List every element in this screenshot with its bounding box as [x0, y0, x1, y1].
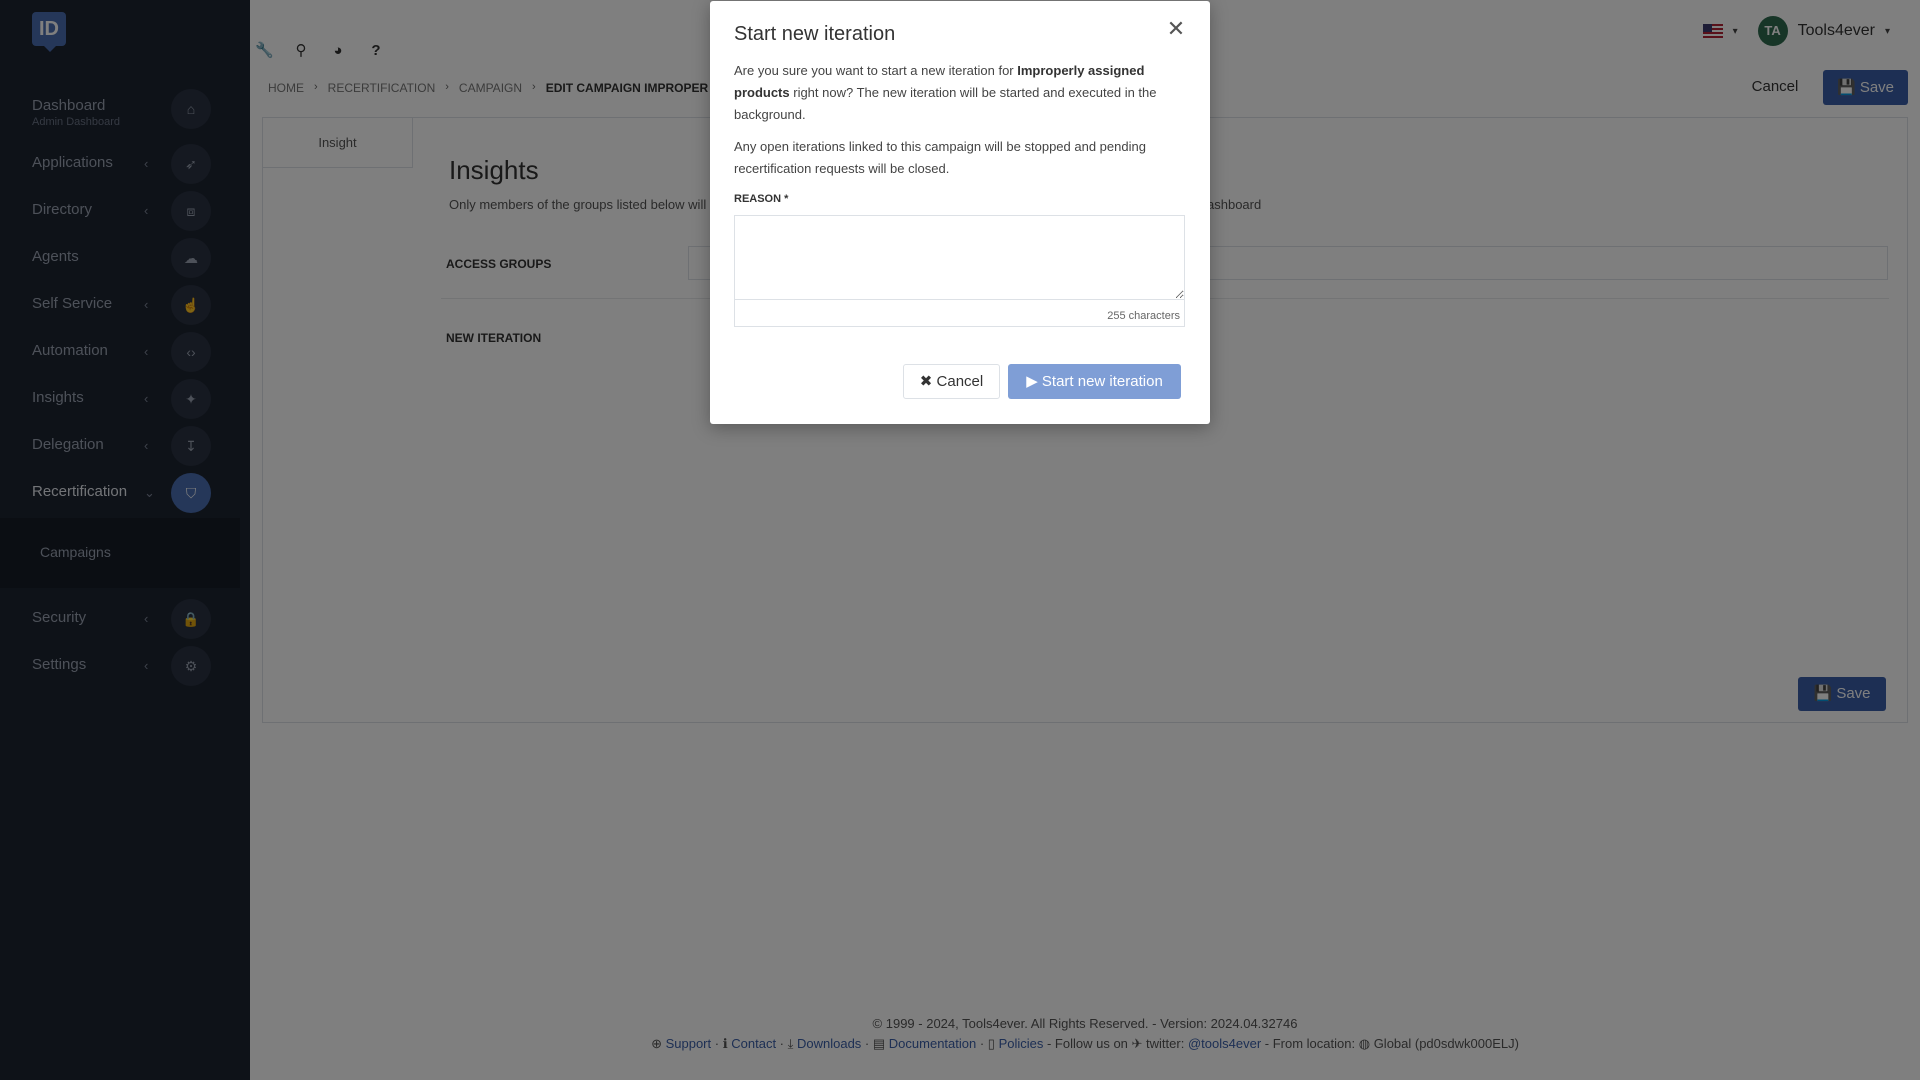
- modal-confirm-text: Are you sure you want to start a new ite…: [734, 60, 1174, 126]
- modal-title: Start new iteration: [734, 23, 896, 45]
- modal-text-part: Are you sure you want to start a new ite…: [734, 63, 1018, 78]
- close-icon: ✖: [919, 373, 937, 390]
- modal-warning-text: Any open iterations linked to this campa…: [734, 139, 1146, 176]
- play-icon: ▶: [1026, 373, 1042, 390]
- reason-textarea[interactable]: [735, 216, 1184, 300]
- modal-text-part: right now? The new iteration will be sta…: [734, 85, 1157, 122]
- start-new-iteration-button[interactable]: ▶ Start new iteration: [1008, 364, 1181, 399]
- start-new-iteration-label: Start new iteration: [1041, 373, 1163, 390]
- modal-cancel-button[interactable]: ✖ Cancel: [903, 364, 1000, 399]
- close-icon[interactable]: ✕: [1164, 17, 1188, 41]
- reason-field-container: 255 characters: [734, 215, 1185, 327]
- modal-cancel-label: Cancel: [936, 373, 984, 390]
- start-iteration-modal: Start new iteration ✕ Are you sure you w…: [710, 1, 1210, 424]
- reason-label: REASON *: [734, 193, 789, 205]
- character-counter: 255 characters: [1107, 310, 1180, 322]
